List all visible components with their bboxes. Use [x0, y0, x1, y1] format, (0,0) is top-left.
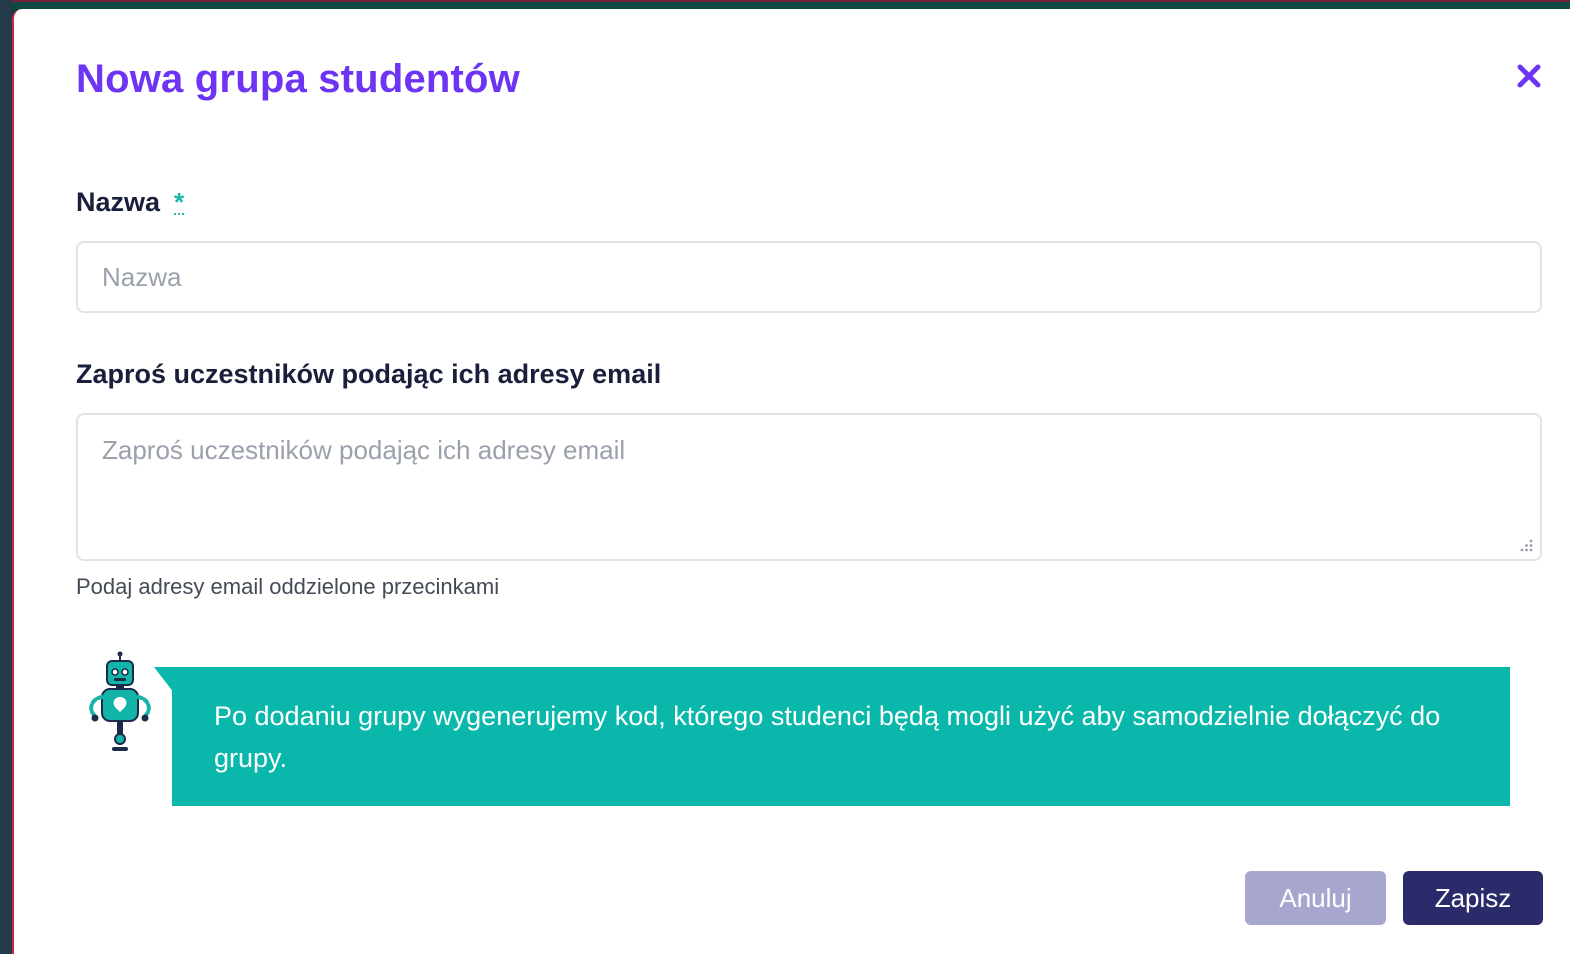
name-label: Nazwa * [76, 187, 185, 218]
robot-icon [89, 651, 151, 751]
name-input[interactable] [76, 241, 1542, 313]
dialog-title: Nowa grupa studentów [76, 57, 520, 101]
required-marker: * [174, 187, 185, 217]
info-message: Po dodaniu grupy wygenerujemy kod, które… [172, 667, 1510, 806]
close-icon [1517, 64, 1541, 88]
background-frame-left [0, 0, 12, 954]
emails-hint: Podaj adresy email oddzielone przecinkam… [76, 574, 500, 599]
resize-grip-icon[interactable] [1518, 537, 1534, 553]
info-bubble-tail [154, 667, 174, 693]
name-label-text: Nazwa [76, 187, 161, 217]
save-button[interactable]: Zapisz [1403, 871, 1543, 925]
close-button[interactable] [1512, 59, 1546, 93]
emails-textarea[interactable] [76, 413, 1542, 561]
cancel-button[interactable]: Anuluj [1245, 871, 1386, 925]
emails-label: Zaproś uczestników podając ich adresy em… [76, 359, 662, 389]
background-frame-top [0, 0, 1570, 9]
new-student-group-dialog: Nowa grupa studentów Nazwa * Zaproś uczes… [12, 9, 1570, 954]
